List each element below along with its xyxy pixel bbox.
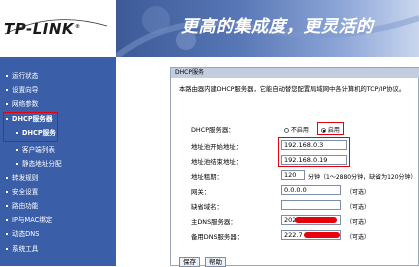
bullet-icon [6, 103, 8, 105]
radio-disable-icon[interactable] [284, 128, 289, 133]
dns2-label: 备用DNS服务器： [191, 233, 244, 241]
panel-title: DHCP服务 [171, 68, 419, 78]
gateway-label: 网关： [191, 188, 211, 196]
end-address-label: 地址池结束地址： [191, 158, 243, 166]
radio-disable[interactable]: 不启用 [284, 125, 309, 134]
panel-description: 本路由器内建DHCP服务器，它能自动替您配置局域网中各计算机的TCP/IP协议。 [179, 86, 406, 93]
start-address-label: 地址池开始地址： [191, 143, 243, 151]
bullet-icon [6, 219, 8, 221]
main-content: DHCP服务 本路由器内建DHCP服务器，它能自动替您配置局域网中各计算机的TC… [116, 57, 419, 267]
optional-note: （可选） [346, 234, 371, 241]
sidebar-item-ip-mac-binding[interactable]: IP与MAC绑定 [6, 216, 52, 225]
lease-note: 分钟（1～2880分钟，缺省为120分钟） [308, 174, 417, 181]
bullet-icon [6, 177, 8, 179]
dns1-label: 主DNS服务器： [191, 218, 237, 226]
sidebar-item-status[interactable]: 运行状态 [6, 72, 38, 81]
optional-note: （可选） [346, 189, 371, 196]
sidebar-item-routing[interactable]: 路由功能 [6, 202, 38, 211]
gateway-input[interactable]: 0.0.0.0 [281, 185, 341, 195]
sidebar-item-ddns[interactable]: 动态DNS [6, 230, 39, 239]
redaction-mark [295, 217, 337, 223]
bullet-icon [16, 163, 18, 165]
highlight-box [317, 122, 344, 135]
domain-input[interactable] [281, 200, 341, 210]
header-slogan: 更高的集成度，更灵活的 [181, 17, 374, 37]
dhcp-server-label: DHCP服务器： [191, 126, 235, 134]
sidebar-item-static-address[interactable]: 静态地址分配 [16, 160, 62, 169]
bullet-icon [6, 191, 8, 193]
sidebar-item-security[interactable]: 安全设置 [6, 188, 38, 197]
sidebar-item-wizard[interactable]: 设置向导 [6, 86, 38, 95]
highlight-box [3, 112, 58, 142]
logo-area: TP-LINK® [0, 0, 116, 57]
optional-note: （可选） [346, 219, 371, 226]
sidebar-item-forwarding[interactable]: 转发规则 [6, 174, 38, 183]
bullet-icon [16, 149, 18, 151]
highlight-box [278, 137, 350, 167]
dhcp-settings-panel: DHCP服务 本路由器内建DHCP服务器，它能自动替您配置局域网中各计算机的TC… [170, 67, 419, 267]
bullet-icon [6, 75, 8, 77]
sidebar-item-client-list[interactable]: 客户端列表 [16, 146, 55, 155]
redaction-mark [304, 232, 340, 238]
bullet-icon [6, 89, 8, 91]
bullet-icon [6, 248, 8, 250]
lease-input[interactable]: 120 [281, 170, 305, 180]
sidebar: 运行状态 设置向导 网络参数 DHCP服务器 DHCP服务 客户端列表 静态地址… [0, 57, 116, 266]
domain-label: 缺省域名： [191, 203, 223, 211]
tp-link-logo: TP-LINK® [4, 20, 81, 38]
header: TP-LINK® 更高的集成度，更灵活的 [0, 0, 419, 57]
bullet-icon [6, 233, 8, 235]
bullet-icon [6, 205, 8, 207]
lease-label: 地址租期： [191, 173, 223, 181]
sidebar-item-network[interactable]: 网络参数 [6, 100, 38, 109]
optional-note: （可选） [346, 204, 371, 211]
sidebar-item-system-tools[interactable]: 系统工具 [6, 245, 38, 254]
content-margin [116, 57, 170, 266]
